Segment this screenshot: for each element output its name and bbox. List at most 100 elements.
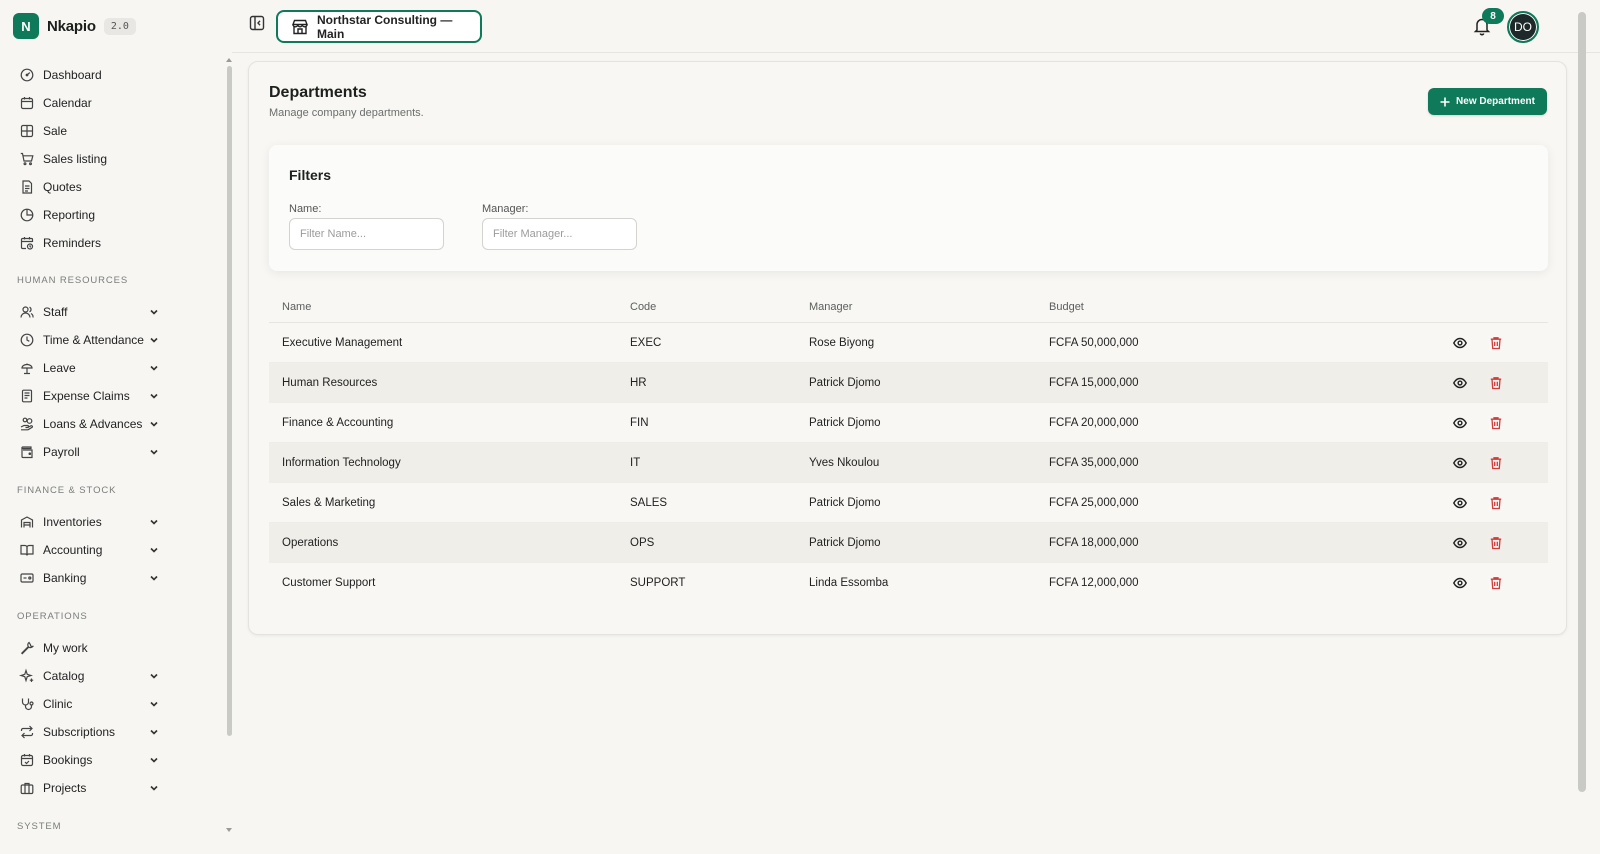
cell-manager: Patrick Djomo [809, 377, 881, 389]
view-button[interactable] [1453, 416, 1467, 430]
leave-icon [20, 361, 34, 375]
brand-name: Nkapio [47, 17, 96, 35]
cell-manager: Patrick Djomo [809, 497, 881, 509]
cell-name: Executive Management [282, 337, 403, 349]
sidebar-item-calendar[interactable]: Calendar [0, 89, 224, 117]
delete-button[interactable] [1489, 376, 1503, 390]
sidebar-item-banking[interactable]: Banking [0, 564, 224, 592]
brand[interactable]: N Nkapio 2.0 [13, 13, 136, 39]
brand-logo: N [13, 13, 39, 39]
sidebar-item-sale[interactable]: Sale [0, 117, 224, 145]
sidebar-item-payroll[interactable]: Payroll [0, 438, 224, 466]
delete-button[interactable] [1489, 416, 1503, 430]
table-row[interactable]: Human Resources HR Patrick Djomo FCFA 15… [269, 363, 1548, 403]
scroll-down-arrow[interactable] [226, 828, 232, 832]
version-badge: 2.0 [103, 17, 136, 35]
avatar[interactable]: DO [1507, 11, 1539, 43]
sidebar-scrollbar[interactable] [226, 58, 232, 836]
sidebar-item-reporting[interactable]: Reporting [0, 201, 224, 229]
sidebar-item-sales-listing[interactable]: Sales listing [0, 145, 224, 173]
cell-name: Operations [282, 537, 339, 549]
chevron-down-icon [148, 446, 160, 458]
new-department-label: New Department [1456, 96, 1535, 107]
table-row[interactable]: Executive Management EXEC Rose Biyong FC… [269, 323, 1548, 363]
table-row[interactable]: Information Technology IT Yves Nkoulou F… [269, 443, 1548, 483]
manager-filter-label: Manager: [482, 203, 529, 215]
sidebar-item-label: Subscriptions [43, 725, 116, 739]
chevron-down-icon [148, 698, 160, 710]
stethoscope-icon [20, 697, 34, 711]
sidebar-scrollbar-thumb[interactable] [227, 66, 232, 736]
delete-button[interactable] [1489, 496, 1503, 510]
delete-button[interactable] [1489, 536, 1503, 550]
sidebar-item-label: Accounting [43, 543, 103, 557]
sidebar-item-catalog[interactable]: Catalog [0, 662, 224, 690]
view-button[interactable] [1453, 336, 1467, 350]
view-button[interactable] [1453, 576, 1467, 590]
view-button[interactable] [1453, 456, 1467, 470]
cell-budget: FCFA 20,000,000 [1049, 417, 1139, 429]
view-button[interactable] [1453, 536, 1467, 550]
sidebar-item-loans-advances[interactable]: Loans & Advances [0, 410, 224, 438]
new-department-button[interactable]: New Department [1428, 88, 1547, 115]
sidebar-item-reminders[interactable]: Reminders [0, 229, 224, 257]
sidebar-item-inventories[interactable]: Inventories [0, 508, 224, 536]
users-icon [20, 305, 34, 319]
table-row[interactable]: Operations OPS Patrick Djomo FCFA 18,000… [269, 523, 1548, 563]
chevron-down-icon [148, 306, 160, 318]
cell-code: FIN [630, 417, 649, 429]
cell-budget: FCFA 18,000,000 [1049, 537, 1139, 549]
sidebar-item-bookings[interactable]: Bookings [0, 746, 224, 774]
delete-button[interactable] [1489, 336, 1503, 350]
wallet-icon [20, 445, 34, 459]
manager-filter-input[interactable] [482, 218, 637, 250]
column-header-code[interactable]: Code [630, 301, 656, 313]
section-operations: OPERATIONS [17, 610, 88, 622]
eye-icon [1453, 497, 1467, 513]
sidebar-item-label: Bookings [43, 753, 93, 767]
cell-manager: Patrick Djomo [809, 537, 881, 549]
delete-button[interactable] [1489, 576, 1503, 590]
sidebar-item-label: Projects [43, 781, 87, 795]
eye-icon [1453, 577, 1467, 593]
sidebar-item-projects[interactable]: Projects [0, 774, 224, 802]
column-header-name[interactable]: Name [282, 301, 311, 313]
filters-panel: Filters Name: Manager: [269, 145, 1548, 271]
table-row[interactable]: Finance & Accounting FIN Patrick Djomo F… [269, 403, 1548, 443]
view-button[interactable] [1453, 496, 1467, 510]
sidebar-item-clinic[interactable]: Clinic [0, 690, 224, 718]
calendar-check-icon [20, 753, 34, 767]
column-header-budget[interactable]: Budget [1049, 301, 1084, 313]
sidebar-item-expense-claims[interactable]: Expense Claims [0, 382, 224, 410]
chevron-down-icon [148, 334, 160, 346]
delete-button[interactable] [1489, 456, 1503, 470]
sidebar-item-leave[interactable]: Leave [0, 354, 224, 382]
cell-code: EXEC [630, 337, 662, 349]
main-scrollbar[interactable] [1578, 12, 1586, 792]
chevron-down-icon [148, 390, 160, 402]
sidebar-item-quotes[interactable]: Quotes [0, 173, 224, 201]
sidebar-toggle-button[interactable] [249, 15, 265, 31]
sidebar-item-staff[interactable]: Staff [0, 298, 224, 326]
column-header-manager[interactable]: Manager [809, 301, 852, 313]
store-switcher-button[interactable]: Northstar Consulting — Main [276, 10, 482, 43]
clock-icon [20, 333, 34, 347]
sidebar-item-time-attendance[interactable]: Time & Attendance [0, 326, 224, 354]
dashboard-icon [20, 68, 34, 82]
sidebar-item-dashboard[interactable]: Dashboard [0, 61, 224, 89]
sidebar-item-subscriptions[interactable]: Subscriptions [0, 718, 224, 746]
name-filter-input[interactable] [289, 218, 444, 250]
view-button[interactable] [1453, 376, 1467, 390]
scroll-up-arrow[interactable] [226, 58, 232, 62]
cell-code: IT [630, 457, 641, 469]
cell-code: OPS [630, 537, 655, 549]
section-human-resources: HUMAN RESOURCES [17, 274, 129, 286]
cell-budget: FCFA 25,000,000 [1049, 497, 1139, 509]
sidebar-item-accounting[interactable]: Accounting [0, 536, 224, 564]
trash-icon [1489, 457, 1503, 473]
table-row[interactable]: Sales & Marketing SALES Patrick Djomo FC… [269, 483, 1548, 523]
table-row[interactable]: Customer Support SUPPORT Linda Essomba F… [269, 563, 1548, 603]
sidebar-item-my-work[interactable]: My work [0, 634, 224, 662]
chevron-down-icon [148, 782, 160, 794]
trash-icon [1489, 377, 1503, 393]
